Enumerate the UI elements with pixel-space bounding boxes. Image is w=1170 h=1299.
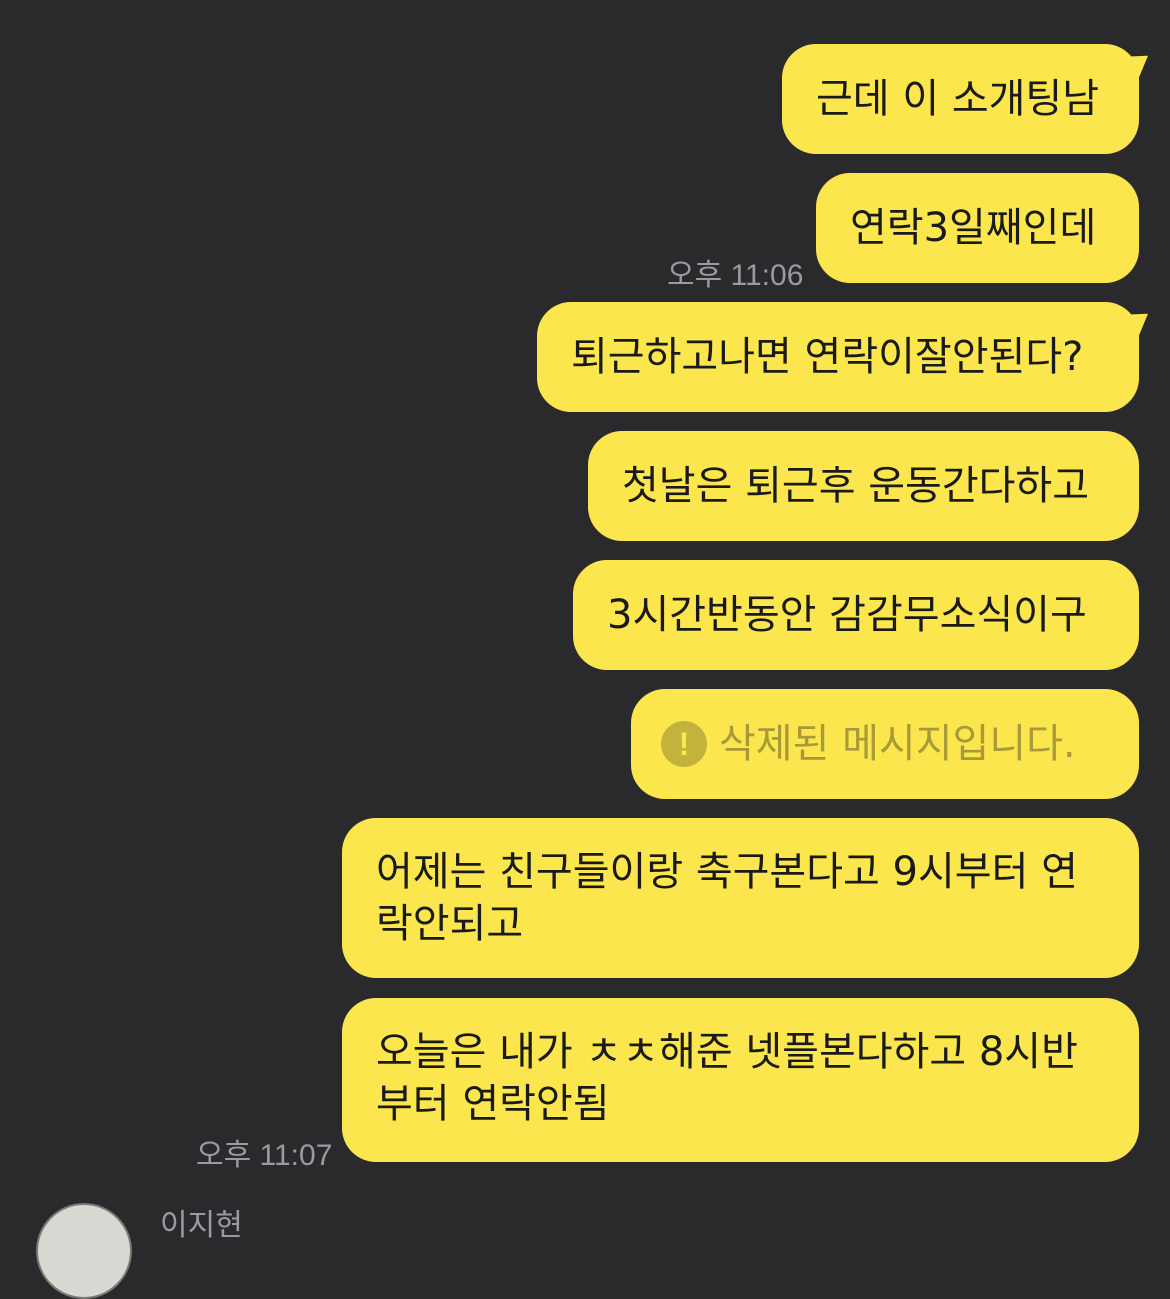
message-bubble[interactable]: 퇴근하고나면 연락이잘안된다? [537,302,1139,412]
partner-avatar[interactable] [36,1203,132,1299]
deleted-message-text: 삭제된 메시지입니다. [719,721,1076,767]
message-text: 오늘은 내가 ㅊㅊ해준 넷플본다하고 8시반부터 연락안됨 [376,1029,1078,1127]
message-text: 3시간반동안 감감무소식이구 [607,592,1087,638]
exclamation-circle-icon: ! [661,721,707,767]
message-text: 첫날은 퇴근후 운동간다하고 [622,463,1090,509]
message-bubble[interactable]: 어제는 친구들이랑 축구본다고 9시부터 연락안되고 [342,818,1139,978]
message-bubble[interactable]: 오늘은 내가 ㅊㅊ해준 넷플본다하고 8시반부터 연락안됨 [342,998,1139,1162]
message-bubble[interactable]: 첫날은 퇴근후 운동간다하고 [588,431,1139,541]
message-text: 어제는 친구들이랑 축구본다고 9시부터 연락안되고 [376,849,1078,947]
partner-name: 이지현 [160,1208,243,1243]
message-bubble[interactable]: 3시간반동안 감감무소식이구 [573,560,1139,670]
message-timestamp: 오후 11:07 [196,1139,333,1172]
message-bubble[interactable]: 연락3일째인데 [816,173,1139,283]
message-text: 퇴근하고나면 연락이잘안된다? [571,334,1084,380]
message-text: 근데 이 소개팅남 [816,76,1100,122]
deleted-message-bubble[interactable]: ! 삭제된 메시지입니다. [631,689,1139,799]
message-timestamp: 오후 11:06 [667,259,804,292]
message-text: 연락3일째인데 [850,205,1097,251]
message-bubble[interactable]: 근데 이 소개팅남 [782,44,1139,154]
